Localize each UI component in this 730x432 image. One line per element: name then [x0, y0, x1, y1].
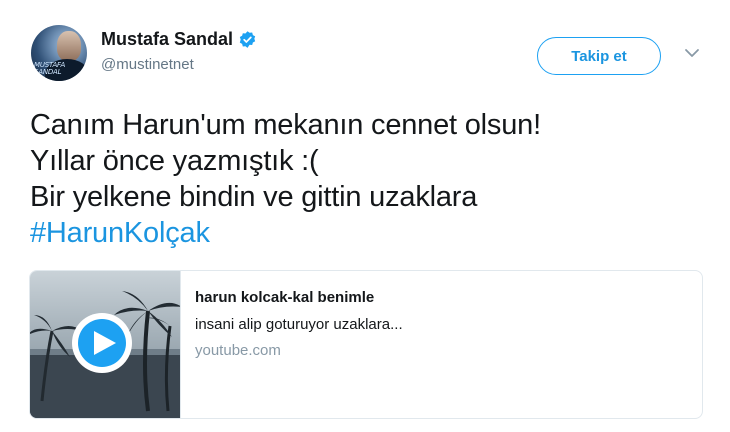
tweet: MUSTAFA SANDAL Mustafa Sandal @mustinetn… [0, 0, 730, 432]
author-handle[interactable]: @mustinetnet [101, 56, 194, 73]
tweet-line: Canım Harun'um mekanın cennet olsun! [30, 109, 541, 141]
tweet-line: Bir yelkene bindin ve gittin uzaklara [30, 181, 478, 213]
tweet-text: Canım Harun'um mekanın cennet olsun! Yıl… [30, 107, 541, 251]
verified-badge-icon [238, 30, 257, 49]
hashtag-link[interactable]: #HarunKolçak [30, 215, 541, 251]
display-name[interactable]: Mustafa Sandal [101, 29, 233, 50]
card-domain: youtube.com [195, 342, 281, 359]
author-name-row: Mustafa Sandal [101, 29, 257, 50]
avatar[interactable]: MUSTAFA SANDAL [31, 25, 87, 81]
chevron-down-icon[interactable] [683, 46, 701, 58]
avatar-logo-text: MUSTAFA SANDAL [34, 61, 66, 76]
card-title: harun kolcak-kal benimle [195, 289, 375, 306]
follow-button[interactable]: Takip et [537, 37, 661, 75]
avatar-face [57, 31, 81, 61]
video-thumbnail[interactable] [30, 271, 181, 418]
tweet-line: Yıllar önce yazmıştık :( [30, 145, 319, 177]
link-card[interactable]: harun kolcak-kal benimle insani alip got… [29, 270, 703, 419]
card-description: insani alip goturuyor uzaklara... [195, 316, 403, 333]
